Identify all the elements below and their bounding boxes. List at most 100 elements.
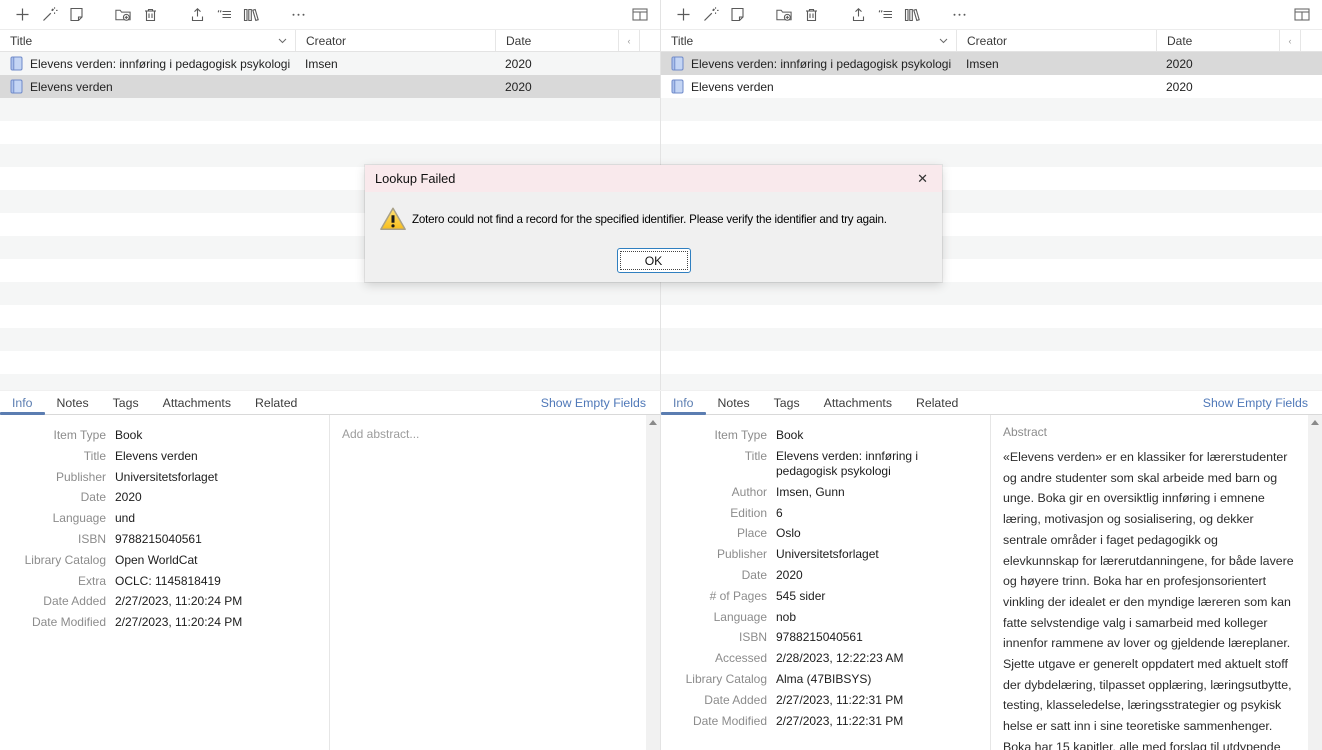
tab-attachments[interactable]: Attachments <box>812 391 904 414</box>
column-creator[interactable]: Creator <box>295 30 495 51</box>
tab-notes[interactable]: Notes <box>706 391 762 414</box>
column-title[interactable]: Title <box>0 30 295 51</box>
field-value[interactable]: Open WorldCat <box>115 553 310 568</box>
field-row: Item Type Book <box>661 428 990 443</box>
close-icon[interactable]: ✕ <box>913 170 932 187</box>
field-value[interactable]: Oslo <box>776 526 971 541</box>
new-note-icon[interactable] <box>67 6 85 24</box>
column-title[interactable]: Title <box>661 30 956 51</box>
add-by-identifier-icon[interactable] <box>701 6 719 24</box>
column-splitter[interactable]: ‹ <box>1279 30 1301 51</box>
bibliography-icon[interactable] <box>876 6 894 24</box>
trash-icon[interactable] <box>802 6 820 24</box>
tab-tags[interactable]: Tags <box>101 391 151 414</box>
field-value[interactable]: 2020 <box>115 490 310 505</box>
export-icon[interactable] <box>188 6 206 24</box>
field-value[interactable]: 9788215040561 <box>115 532 310 547</box>
row-title: Elevens verden: innføring i pedagogisk p… <box>30 57 290 71</box>
field-value[interactable]: OCLC: 1145818419 <box>115 574 310 589</box>
table-row[interactable]: Elevens verden2020 <box>661 75 1322 98</box>
new-collection-icon[interactable] <box>114 6 132 24</box>
field-label: Item Type <box>661 428 767 443</box>
new-collection-icon[interactable] <box>775 6 793 24</box>
abstract-area[interactable]: Abstract «Elevens verden» er en klassike… <box>991 415 1308 750</box>
field-label: Accessed <box>661 651 767 666</box>
field-row: Item TypeBook <box>0 428 329 443</box>
field-row: ISBN9788215040561 <box>0 532 329 547</box>
bibliography-icon[interactable] <box>215 6 233 24</box>
toolbar-left <box>0 0 660 30</box>
field-value[interactable]: und <box>115 511 310 526</box>
field-value[interactable]: 9788215040561 <box>776 630 971 645</box>
field-value[interactable]: Elevens verden <box>115 449 310 464</box>
field-value[interactable]: 6 <box>776 506 971 521</box>
field-row: Languageund <box>0 511 329 526</box>
abstract-area[interactable]: Add abstract... <box>330 415 646 750</box>
column-picker-icon[interactable] <box>631 6 649 23</box>
library-lookup-icon[interactable] <box>903 6 921 24</box>
field-value[interactable]: Alma (47BIBSYS) <box>776 672 971 687</box>
field-value[interactable]: Universitetsforlaget <box>776 547 971 562</box>
table-row[interactable]: Elevens verden: innføring i pedagogisk p… <box>661 52 1322 75</box>
abstract-text[interactable]: «Elevens verden» er en klassiker for lær… <box>1003 447 1296 750</box>
scrollbar[interactable] <box>646 415 660 750</box>
more-options-icon[interactable] <box>289 6 307 24</box>
new-note-icon[interactable] <box>728 6 746 24</box>
field-value[interactable]: 2/28/2023, 12:22:23 AM <box>776 651 971 666</box>
tab-related[interactable]: Related <box>904 391 970 414</box>
abstract-placeholder[interactable]: Add abstract... <box>342 427 419 441</box>
field-row: Date Modified2/27/2023, 11:20:24 PM <box>0 615 329 630</box>
more-options-icon[interactable] <box>950 6 968 24</box>
tab-info[interactable]: Info <box>0 391 45 414</box>
field-row: Publisher Universitetsforlaget <box>661 547 990 562</box>
library-lookup-icon[interactable] <box>242 6 260 24</box>
field-value[interactable]: Book <box>115 428 310 443</box>
column-splitter[interactable]: ‹ <box>618 30 640 51</box>
field-value[interactable]: 2/27/2023, 11:22:31 PM <box>776 714 971 729</box>
trash-icon[interactable] <box>141 6 159 24</box>
field-value[interactable]: nob <box>776 610 971 625</box>
tab-related[interactable]: Related <box>243 391 309 414</box>
details-content: Item Type Book TitleElevens verden: innfør… <box>661 415 1322 750</box>
field-label: Date Modified <box>661 714 767 729</box>
tab-attachments[interactable]: Attachments <box>151 391 243 414</box>
field-row: TitleElevens verden: innføring i pedagog… <box>661 449 990 480</box>
field-value[interactable]: 2/27/2023, 11:20:24 PM <box>115 594 310 609</box>
show-empty-fields-link[interactable]: Show Empty Fields <box>541 391 660 414</box>
details-tabbar: InfoNotesTagsAttachmentsRelated Show Empt… <box>661 391 1322 415</box>
field-value[interactable]: Imsen, Gunn <box>776 485 971 500</box>
dialog-titlebar[interactable]: Lookup Failed ✕ <box>365 165 942 192</box>
scroll-up-icon[interactable] <box>1311 420 1319 425</box>
field-value[interactable]: Universitetsforlaget <box>115 470 310 485</box>
export-icon[interactable] <box>849 6 867 24</box>
column-title-label: Title <box>10 34 32 48</box>
field-label: Publisher <box>661 547 767 562</box>
field-value[interactable]: 545 sider <box>776 589 971 604</box>
field-value[interactable]: 2/27/2023, 11:22:31 PM <box>776 693 971 708</box>
field-value[interactable]: Book <box>776 428 971 443</box>
table-row[interactable]: Elevens verden2020 <box>0 75 660 98</box>
tab-notes[interactable]: Notes <box>45 391 101 414</box>
column-title-label: Title <box>671 34 693 48</box>
new-item-icon[interactable] <box>13 6 31 24</box>
column-creator[interactable]: Creator <box>956 30 1156 51</box>
field-value[interactable]: 2/27/2023, 11:20:24 PM <box>115 615 310 630</box>
tab-info[interactable]: Info <box>661 391 706 414</box>
add-by-identifier-icon[interactable] <box>40 6 58 24</box>
scroll-up-icon[interactable] <box>649 420 657 425</box>
table-row[interactable]: Elevens verden: innføring i pedagogisk p… <box>0 52 660 75</box>
field-label: Library Catalog <box>0 553 106 568</box>
ok-button[interactable]: OK <box>617 248 691 273</box>
column-picker-icon[interactable] <box>1293 6 1311 23</box>
new-item-icon[interactable] <box>674 6 692 24</box>
column-date[interactable]: Date <box>1156 30 1279 51</box>
tab-tags[interactable]: Tags <box>762 391 812 414</box>
book-icon <box>671 79 684 94</box>
row-creator: Imsen <box>295 57 495 71</box>
scrollbar[interactable] <box>1308 415 1322 750</box>
field-value[interactable]: 2020 <box>776 568 971 583</box>
field-value[interactable]: Elevens verden: innføring i pedagogisk p… <box>776 449 971 480</box>
field-label: Library Catalog <box>661 672 767 687</box>
column-date[interactable]: Date <box>495 30 618 51</box>
show-empty-fields-link[interactable]: Show Empty Fields <box>1203 391 1322 414</box>
